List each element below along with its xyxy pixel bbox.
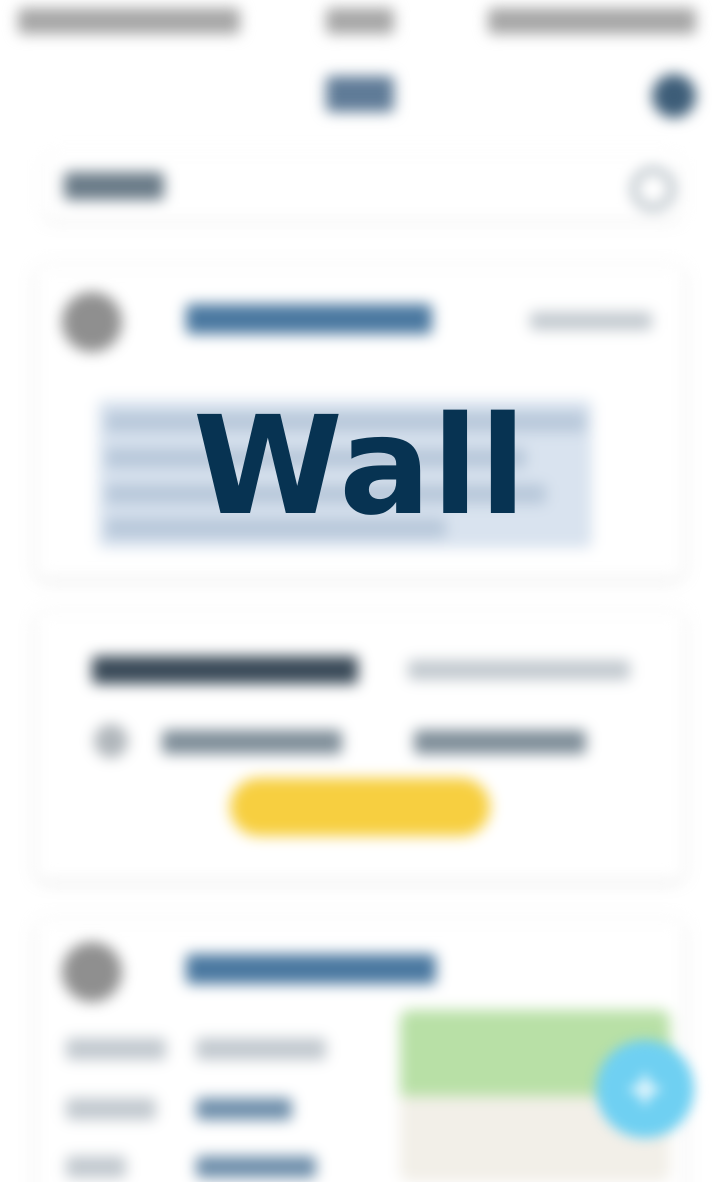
page-title: Wall <box>192 388 528 546</box>
header-title <box>326 76 394 112</box>
avatar <box>62 292 122 352</box>
detail-label <box>66 1098 156 1120</box>
status-bar <box>0 0 720 44</box>
profile-icon[interactable] <box>652 74 696 118</box>
event-location <box>162 730 342 754</box>
location-icon <box>94 724 128 758</box>
event-date <box>408 660 630 680</box>
detail-label <box>66 1038 166 1060</box>
status-left <box>18 8 240 34</box>
event-time <box>414 730 586 754</box>
detail-value <box>196 1098 292 1120</box>
plus-icon: + <box>628 1057 662 1120</box>
detail-value <box>196 1156 316 1178</box>
search-bar[interactable] <box>44 152 680 220</box>
status-right <box>488 8 696 34</box>
app-header <box>0 56 720 132</box>
event-action-button[interactable] <box>230 778 490 836</box>
detail-value <box>196 1038 326 1060</box>
search-placeholder <box>64 172 164 200</box>
post-author[interactable] <box>186 954 436 984</box>
detail-label <box>66 1156 126 1178</box>
search-icon[interactable] <box>632 168 674 210</box>
post-date <box>530 312 652 330</box>
blurred-wall-feed <box>0 0 720 1182</box>
event-title <box>92 656 358 684</box>
add-post-button[interactable]: + <box>596 1040 694 1138</box>
status-clock <box>326 8 394 34</box>
post-author[interactable] <box>186 304 432 334</box>
avatar <box>62 942 122 1002</box>
screen: + Wall <box>0 0 720 1182</box>
event-card[interactable] <box>36 612 684 880</box>
